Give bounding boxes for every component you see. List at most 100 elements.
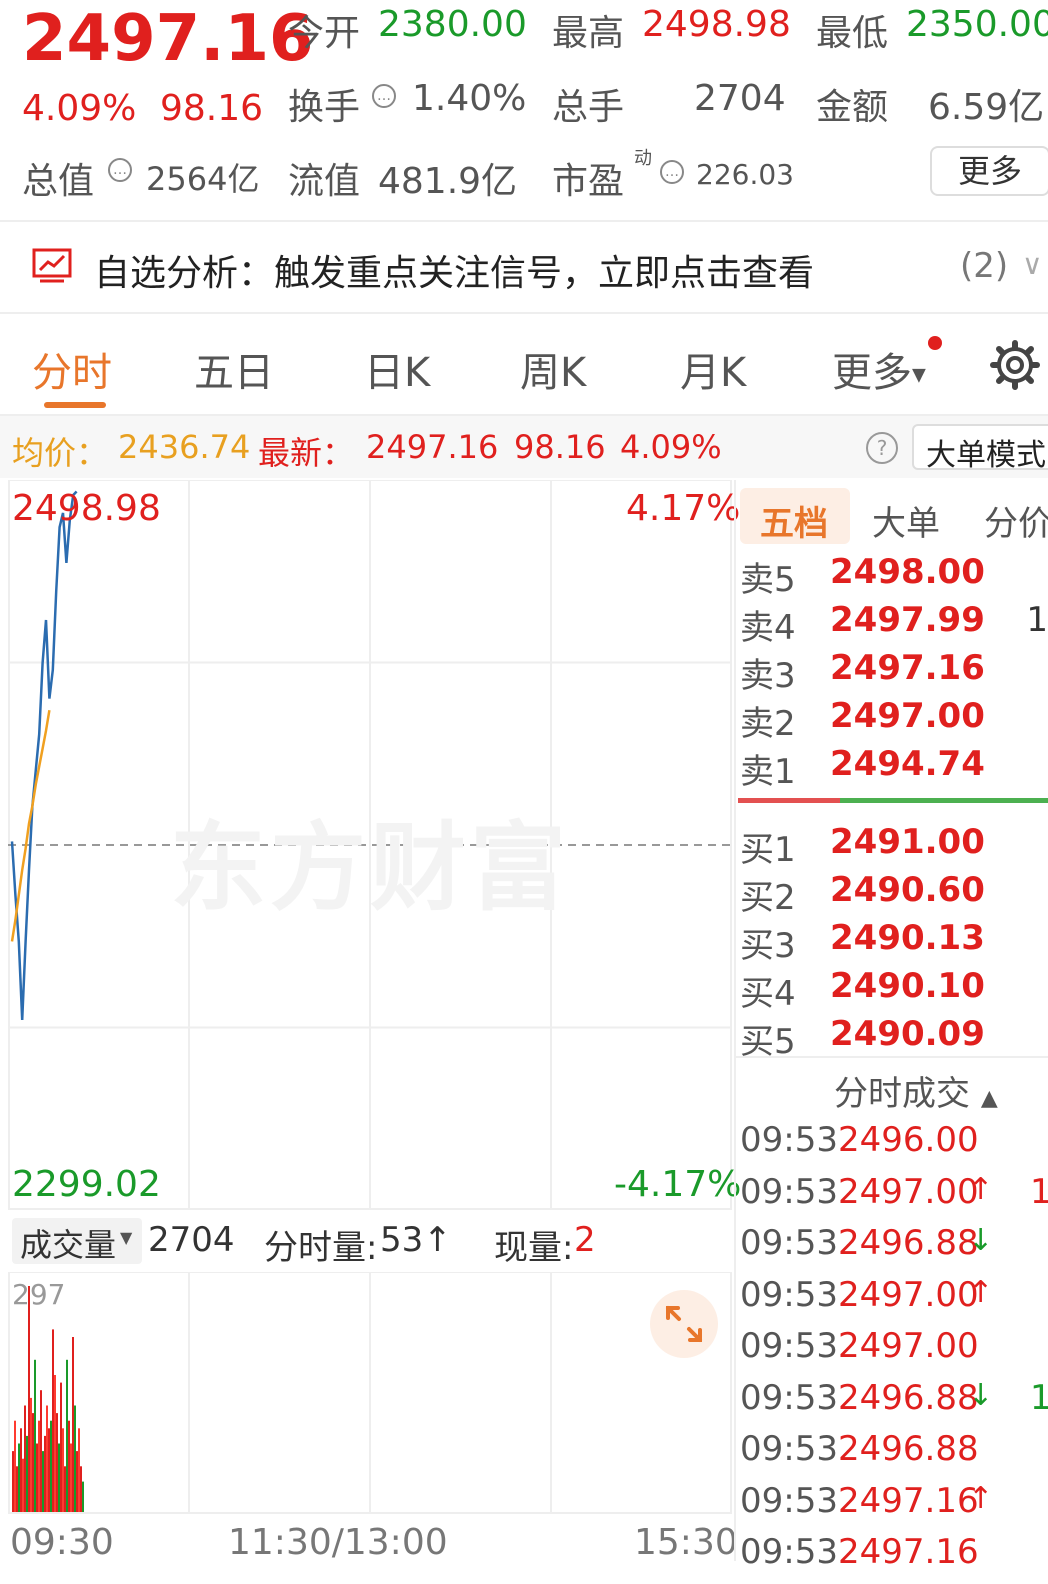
- trade-time: 09:53: [740, 1480, 838, 1521]
- divider: [0, 312, 1048, 314]
- trades-header[interactable]: 分时成交 ▲: [834, 1066, 998, 1115]
- volume-bar: [20, 1428, 22, 1512]
- bid-row: 买3 2490.13: [740, 918, 1048, 966]
- volume-bar: [36, 1443, 38, 1512]
- volume-bar: [26, 1435, 28, 1512]
- help-icon-glyph: ?: [876, 436, 888, 460]
- minute-volume-value: 53↑: [380, 1220, 452, 1260]
- divider: [736, 1056, 1048, 1058]
- trade-row: 09:53 2497.00 ↑ 1: [740, 1172, 1048, 1224]
- low-value: 2350.00: [906, 4, 1048, 45]
- tab-monthly-k[interactable]: 月K: [680, 340, 746, 398]
- amount-value: 6.59亿: [928, 87, 1045, 128]
- analysis-icon: [32, 248, 72, 283]
- trade-price: 2497.00: [838, 1326, 979, 1366]
- volume-bar: [30, 1397, 32, 1512]
- bid-price: 2490.09: [830, 1014, 985, 1054]
- trade-price: 2497.16: [838, 1480, 979, 1521]
- tab-intraday[interactable]: 分时: [32, 340, 112, 398]
- volume-bar: [62, 1428, 64, 1512]
- alert-bar[interactable]: 自选分析：触发重点关注信号，立即点击查看 (2) ∨: [0, 222, 1048, 312]
- volume-bar: [16, 1466, 18, 1512]
- trade-price: 2496.88: [838, 1223, 979, 1263]
- trade-time: 09:53: [740, 1274, 838, 1315]
- bid-price: 2490.13: [830, 918, 985, 958]
- trade-row: 09:53 2496.00: [740, 1120, 1048, 1172]
- ask-price: 2494.74: [830, 744, 985, 784]
- trade-price: 2496.88: [838, 1377, 979, 1418]
- ask-row: 卖3 2497.16: [740, 648, 1048, 696]
- gear-icon[interactable]: [990, 340, 1040, 390]
- turnover-value: 1.40%: [412, 78, 527, 119]
- ask-label: 卖2: [740, 704, 796, 744]
- orderbook-tab-price[interactable]: 分价: [984, 496, 1048, 545]
- volume-bar: [82, 1481, 84, 1512]
- tab-five-day[interactable]: 五日: [194, 340, 274, 398]
- expand-button[interactable]: [650, 1290, 718, 1358]
- pct-bottom-label: -4.17%: [614, 1164, 742, 1205]
- ask-label: 卖4: [740, 608, 796, 648]
- volume-bar: [18, 1443, 20, 1512]
- volume-bar: [28, 1286, 30, 1512]
- volume-selector[interactable]: 成交量 ▼: [12, 1218, 142, 1264]
- ask-label: 卖1: [740, 752, 796, 792]
- ask-row: 卖5 2498.00: [740, 552, 1048, 600]
- tab-daily-k[interactable]: 日K: [364, 340, 430, 398]
- bid-label: 买3: [740, 926, 796, 966]
- orderbook-divider: [734, 480, 736, 1561]
- current-volume-label: 现量:: [494, 1228, 574, 1268]
- bid-row: 买5 2490.09: [740, 1014, 1048, 1062]
- tab-more[interactable]: 更多▼: [832, 340, 926, 398]
- volume-chart[interactable]: [8, 1272, 732, 1514]
- trade-direction-arrow: ↓: [968, 1223, 994, 1258]
- high-label: 最高: [552, 13, 625, 54]
- avg-value: 2436.74: [118, 428, 251, 466]
- volume-bar: [80, 1466, 82, 1512]
- open-label: 今开: [288, 13, 361, 54]
- orderbook-tab-five[interactable]: 五档: [740, 488, 850, 544]
- volume-selector-label: 成交量: [20, 1226, 117, 1264]
- trade-direction-arrow: ↑: [968, 1171, 994, 1207]
- current-volume-value: 2: [574, 1220, 596, 1260]
- volume-label: 总手: [552, 87, 625, 128]
- help-icon[interactable]: ?: [866, 432, 898, 464]
- price-line: [10, 490, 78, 1021]
- more-button-label: 更多: [957, 152, 1022, 190]
- info-icon[interactable]: …: [372, 84, 396, 108]
- volume-bar: [42, 1451, 44, 1512]
- trade-volume: 1: [1030, 1171, 1048, 1212]
- minute-volume-label: 分时量:: [264, 1228, 378, 1268]
- big-order-mode-button[interactable]: 大单模式: [912, 424, 1048, 473]
- volume-bar: [76, 1451, 78, 1512]
- caret-down-icon: ▼: [912, 364, 926, 386]
- bid-row: 买2 2490.60: [740, 870, 1048, 918]
- watermark: 东方财富: [170, 812, 570, 924]
- trade-price: 2497.00: [838, 1274, 979, 1315]
- trade-time: 09:53: [740, 1120, 838, 1160]
- last-change: 98.16: [514, 428, 606, 466]
- trade-time: 09:53: [740, 1171, 838, 1212]
- trade-row: 09:53 2497.16: [740, 1532, 1048, 1584]
- volume-bar: [78, 1428, 80, 1512]
- more-button[interactable]: 更多: [930, 146, 1048, 196]
- trade-time: 09:53: [740, 1223, 838, 1263]
- ask-label: 卖5: [740, 560, 796, 600]
- bid-price: 2491.00: [830, 822, 985, 862]
- ask-price: 2497.00: [830, 696, 985, 736]
- volume-bar: [50, 1420, 52, 1512]
- info-icon[interactable]: …: [660, 160, 684, 184]
- caret-down-icon: ▼: [120, 1228, 133, 1247]
- volume-bar: [64, 1466, 66, 1512]
- change-amount: 98.16: [160, 88, 264, 129]
- last-label: 最新：: [258, 434, 355, 472]
- volume-total: 2704: [148, 1220, 235, 1260]
- info-icon[interactable]: …: [108, 158, 132, 182]
- bid-label: 买4: [740, 974, 796, 1014]
- volume-bar: [54, 1375, 56, 1512]
- tab-weekly-k[interactable]: 周K: [520, 340, 586, 398]
- volume-bar: [44, 1435, 46, 1512]
- tab-more-label: 更多: [832, 350, 912, 396]
- ask-price: 2498.00: [830, 552, 985, 592]
- volume-bar: [34, 1359, 36, 1512]
- orderbook-tab-big[interactable]: 大单: [872, 496, 940, 545]
